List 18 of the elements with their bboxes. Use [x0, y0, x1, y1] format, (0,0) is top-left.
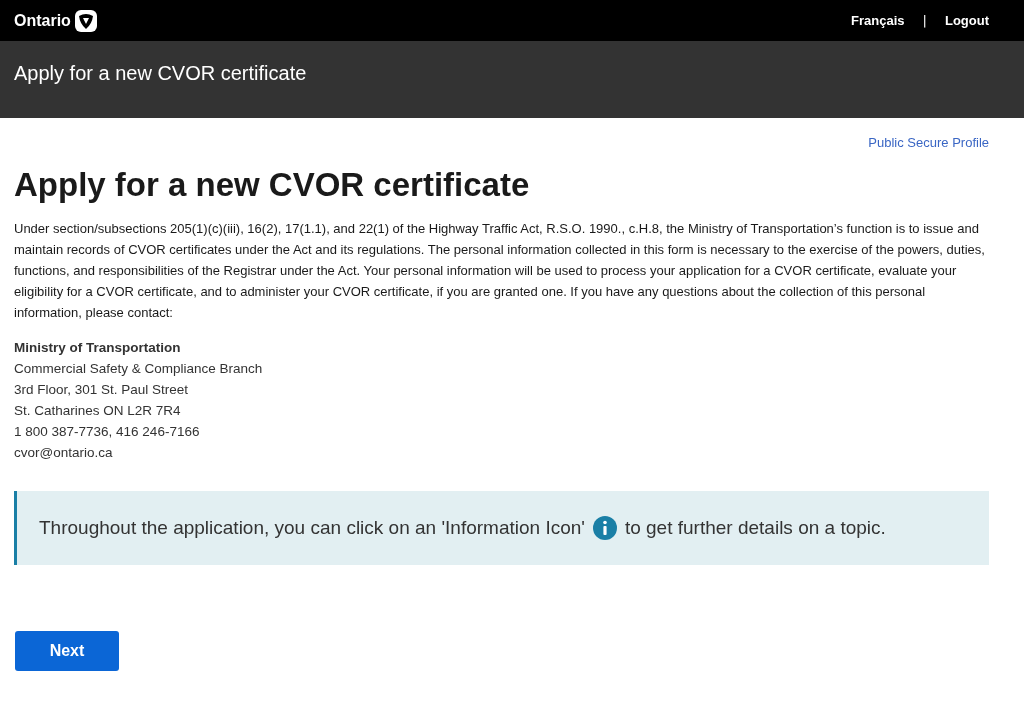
callout-text: Throughout the application, you can click on an 'Information Icon': [39, 517, 585, 539]
callout-text: to get further details on a topic.: [624, 517, 886, 539]
profile-link[interactable]: Public Secure Profile: [868, 135, 989, 150]
header-link[interactable]: Logout: [944, 13, 989, 28]
info-icon[interactable]: [592, 516, 617, 540]
contact-line: 1 800 387-7736, 416 246-7166: [14, 423, 201, 441]
separator-text: |: [922, 13, 927, 28]
intro-paragraph: Under section/subsections 205(1)(c)(iii), 16(2), 17(1.1), and 22(1) of the Highway Traffic Act, R.S.O. 1990., c.H.8, the Ministry of Transportation’s function is to issue and maintain records of CVOR certificates under the Act and its regulations. The personal information collected in this form is necessary to the exercise of the powers, duties, functions, and responsibilities of the Registrar under the Act. Your personal information will be used to process your application for a CVOR certificate, evaluate your eligibility for a CVOR certificate, and to administer your CVOR certificate, if you are granted one. If you have any questions about the collection of this personal information, please contact:: [14, 220, 986, 322]
header-link[interactable]: Français: [851, 13, 905, 28]
contact-line: cvor@ontario.ca: [14, 444, 114, 462]
contact-line: 3rd Floor, 301 St. Paul Street: [14, 381, 190, 399]
next-button[interactable]: Next: [15, 631, 119, 671]
contact-name: Ministry of Transportation: [14, 339, 182, 357]
ontario-logo-text[interactable]: Ontario: [14, 11, 71, 30]
page-heading: Apply for a new CVOR certificate: [14, 166, 531, 204]
contact-line: Commercial Safety & Compliance Branch: [14, 360, 264, 378]
banner-title: Apply for a new CVOR certificate: [14, 62, 307, 85]
contact-line: St. Catharines ON L2R 7R4: [14, 402, 182, 420]
